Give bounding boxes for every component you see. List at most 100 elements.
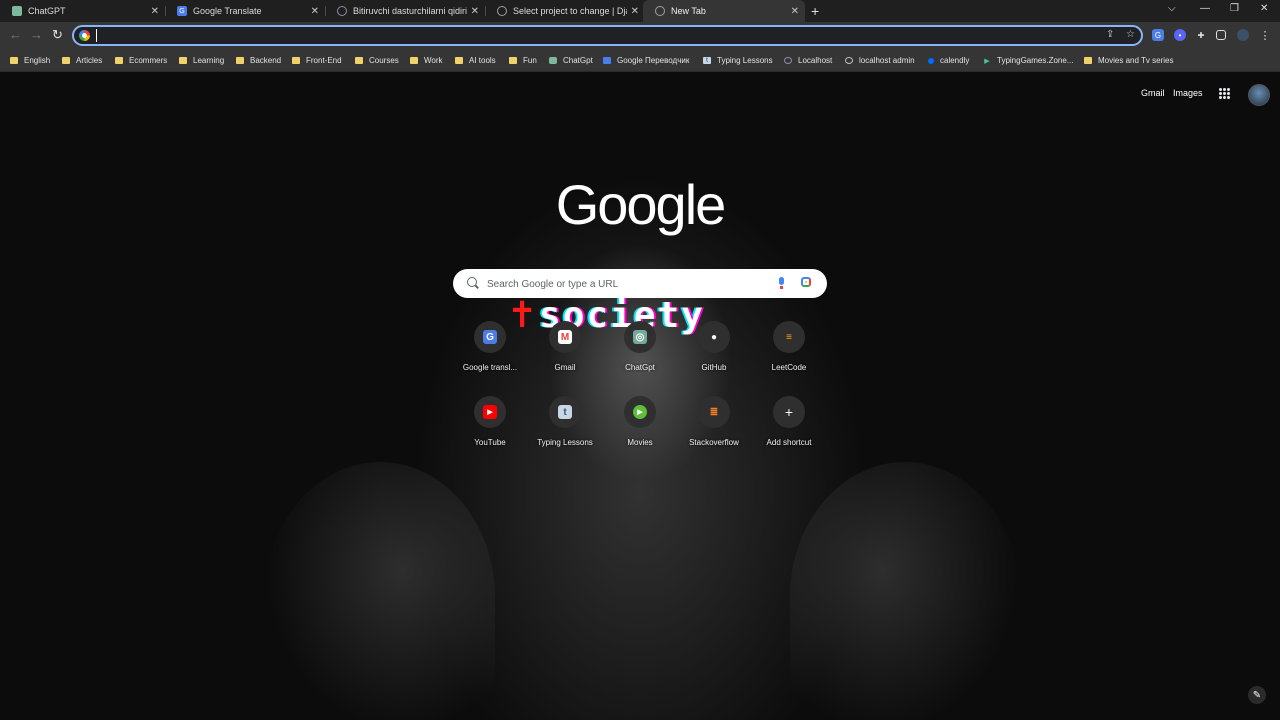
close-icon[interactable]: ✕ (151, 6, 159, 17)
shortcut-youtube[interactable]: ▶ YouTube (453, 391, 527, 461)
play-icon: ▶ (984, 57, 990, 65)
bookmark-folder-ai-tools[interactable]: AI tools (455, 50, 496, 71)
bookmark-typing-lessons[interactable]: t Typing Lessons (703, 50, 773, 71)
chatgpt-icon (12, 6, 22, 16)
tab-label: New Tab (671, 6, 706, 16)
folder-icon (509, 57, 517, 64)
tab-bitiruvchi[interactable]: Bitiruvchi dasturchilarni qidirib t ✕ (325, 0, 485, 22)
bookmark-label: Localhost (798, 56, 833, 65)
github-icon: ● (710, 331, 718, 343)
tab-new-tab[interactable]: New Tab ✕ (643, 0, 805, 22)
close-icon[interactable]: ✕ (311, 6, 319, 17)
extension-icon[interactable]: • (1174, 29, 1186, 41)
tab-chatgpt[interactable]: ChatGPT ✕ (0, 0, 165, 22)
reload-icon[interactable]: ↻ (52, 27, 63, 43)
bookmark-folder-backend[interactable]: Backend (236, 50, 281, 71)
back-icon[interactable]: ← (9, 27, 22, 42)
text-caret (96, 29, 97, 42)
search-icon (467, 277, 477, 287)
side-panel-icon[interactable] (1216, 30, 1226, 40)
search-input[interactable] (487, 277, 757, 291)
translate-extension-icon[interactable]: G (1152, 29, 1164, 41)
close-icon[interactable]: ✕ (471, 6, 479, 17)
images-link[interactable]: Images (1173, 88, 1203, 98)
tab-search-icon[interactable]: ⌵ (1168, 3, 1176, 14)
shortcut-movies[interactable]: ▶ Movies (603, 391, 677, 461)
address-input[interactable] (96, 29, 1076, 42)
shortcut-chatgpt[interactable]: ◎ ChatGpt (603, 316, 677, 386)
shortcut-label: Typing Lessons (537, 438, 593, 447)
restore-icon[interactable]: ❐ (1230, 3, 1239, 14)
bookmark-folder-learning[interactable]: Learning (179, 50, 224, 71)
shortcut-github[interactable]: ● GitHub (677, 316, 751, 386)
apps-grid-icon[interactable] (1219, 88, 1230, 99)
bookmark-label: Learning (193, 56, 225, 65)
bookmark-folder-articles[interactable]: Articles (62, 50, 102, 71)
bookmark-typinggames[interactable]: ▶ TypingGames.Zone... (983, 50, 1073, 71)
more-menu-icon[interactable]: ⋮ (1259, 29, 1271, 42)
folder-icon (115, 57, 123, 64)
minimize-icon[interactable]: — (1200, 3, 1210, 14)
folder-icon (292, 57, 300, 64)
shortcut-gmail[interactable]: M Gmail (528, 316, 602, 386)
close-icon[interactable]: ✕ (631, 6, 639, 17)
translate-icon: G (177, 6, 187, 16)
bookmark-chatgpt[interactable]: ChatGpt (549, 50, 593, 71)
shortcut-stackoverflow[interactable]: ≣ Stackoverflow (677, 391, 751, 461)
bookmark-folder-frontend[interactable]: Front-End (292, 50, 342, 71)
shortcut-leetcode[interactable]: ≡ LeetCode (752, 316, 826, 386)
new-tab-button[interactable]: + (811, 3, 819, 19)
bookmark-folder-work[interactable]: Work (410, 50, 443, 71)
bookmark-folder-movies[interactable]: Movies and Tv series (1084, 50, 1173, 71)
typing-lessons-icon: t (558, 405, 572, 419)
folder-icon (236, 57, 244, 64)
folder-icon (455, 57, 463, 64)
shortcut-icon-circle: ▶ (474, 396, 506, 428)
close-icon[interactable]: ✕ (791, 6, 799, 17)
shortcut-typing-lessons[interactable]: t Typing Lessons (528, 391, 602, 461)
microphone-icon[interactable] (779, 277, 784, 289)
bookmark-folder-english[interactable]: English (10, 50, 50, 71)
stackoverflow-icon: ≣ (709, 406, 719, 418)
search-box[interactable] (453, 269, 827, 298)
tab-django-admin[interactable]: Select project to change | Djang ✕ (485, 0, 645, 22)
tab-label: ChatGPT (28, 6, 66, 16)
puzzle-icon[interactable]: ✚ (1195, 29, 1207, 41)
plus-icon: + (784, 404, 794, 420)
bookmark-localhost[interactable]: Localhost (784, 50, 832, 71)
bookmark-calendly[interactable]: calendly (928, 50, 969, 71)
account-avatar[interactable] (1248, 84, 1270, 106)
address-bar[interactable]: ⇪ ☆ (72, 25, 1143, 46)
typing-lessons-icon: t (703, 57, 711, 64)
google-logo: Google (555, 173, 727, 236)
bookmark-google-translate[interactable]: Google Переводчик (603, 50, 689, 71)
share-icon[interactable]: ⇪ (1106, 29, 1114, 40)
bookmark-folder-ecommers[interactable]: Ecommers (115, 50, 167, 71)
tab-google-translate[interactable]: G Google Translate ✕ (165, 0, 325, 22)
profile-avatar[interactable] (1237, 29, 1249, 41)
tab-label: Bitiruvchi dasturchilarni qidirib t (353, 6, 467, 16)
google-lens-icon[interactable] (801, 277, 811, 287)
bookmark-star-icon[interactable]: ☆ (1126, 29, 1135, 40)
bookmark-label: AI tools (469, 56, 496, 65)
close-window-icon[interactable]: ✕ (1260, 3, 1268, 14)
bookmark-label: Google Переводчик (617, 56, 690, 65)
bookmark-label: localhost admin (859, 56, 915, 65)
new-tab-page: Gmail Images Google ✝society G Google tr… (0, 72, 1280, 720)
chrome-icon (655, 6, 665, 16)
bookmark-label: Work (424, 56, 443, 65)
shortcut-icon-circle: ≡ (773, 321, 805, 353)
shortcut-icon-circle: M (549, 321, 581, 353)
gmail-link[interactable]: Gmail (1141, 88, 1165, 98)
shortcut-google-translate[interactable]: G Google transl... (453, 316, 527, 386)
leetcode-icon: ≡ (786, 331, 792, 343)
globe-icon (497, 6, 507, 16)
forward-icon[interactable]: → (30, 27, 43, 42)
shortcut-add[interactable]: + Add shortcut (752, 391, 826, 461)
bookmark-folder-fun[interactable]: Fun (509, 50, 537, 71)
customize-pencil-icon[interactable]: ✎ (1248, 686, 1266, 704)
tab-label: Select project to change | Djang (513, 6, 627, 16)
globe-icon (845, 57, 853, 64)
bookmark-localhost-admin[interactable]: localhost admin (845, 50, 915, 71)
bookmark-folder-courses[interactable]: Courses (355, 50, 399, 71)
